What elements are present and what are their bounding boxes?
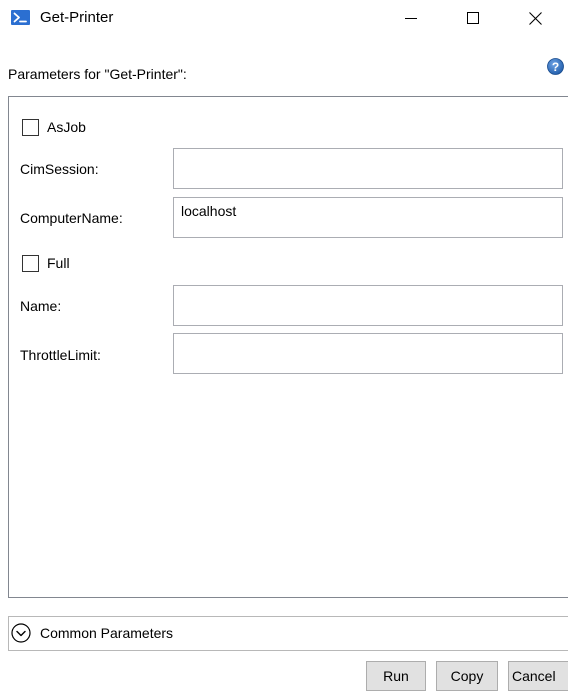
throttlelimit-label: ThrottleLimit: xyxy=(20,347,101,363)
minimize-button[interactable] xyxy=(388,0,434,36)
powershell-icon xyxy=(11,10,30,25)
common-parameters-expander[interactable]: Common Parameters xyxy=(8,616,568,651)
run-button[interactable]: Run xyxy=(366,661,426,691)
close-icon xyxy=(528,11,542,25)
copy-button[interactable]: Copy xyxy=(436,661,498,691)
window-title: Get-Printer xyxy=(40,9,114,26)
cancel-button[interactable]: Cancel xyxy=(508,661,568,691)
common-parameters-label: Common Parameters xyxy=(40,625,174,641)
maximize-icon xyxy=(467,12,479,24)
asjob-checkbox[interactable] xyxy=(22,118,39,136)
name-label: Name: xyxy=(20,298,62,314)
full-label: Full xyxy=(47,255,70,271)
full-checkbox-row[interactable]: Full xyxy=(22,253,70,273)
title-bar[interactable]: Get-Printer xyxy=(0,0,568,36)
help-icon[interactable]: ? xyxy=(547,58,564,75)
throttlelimit-input[interactable] xyxy=(173,333,563,374)
computername-input[interactable]: localhost xyxy=(173,197,563,238)
close-button[interactable] xyxy=(512,0,558,36)
asjob-checkbox-row[interactable]: AsJob xyxy=(22,117,86,137)
cimsession-label: CimSession: xyxy=(20,161,99,177)
full-checkbox[interactable] xyxy=(22,254,39,272)
chevron-down-circle-icon[interactable] xyxy=(11,623,31,643)
cimsession-input[interactable] xyxy=(173,148,563,189)
computername-label: ComputerName: xyxy=(20,210,123,226)
name-input[interactable] xyxy=(173,285,563,326)
svg-text:?: ? xyxy=(552,60,559,74)
asjob-label: AsJob xyxy=(47,119,86,135)
maximize-button[interactable] xyxy=(450,0,496,36)
minimize-icon xyxy=(405,18,417,19)
parameters-header: Parameters for "Get-Printer": xyxy=(8,66,187,82)
